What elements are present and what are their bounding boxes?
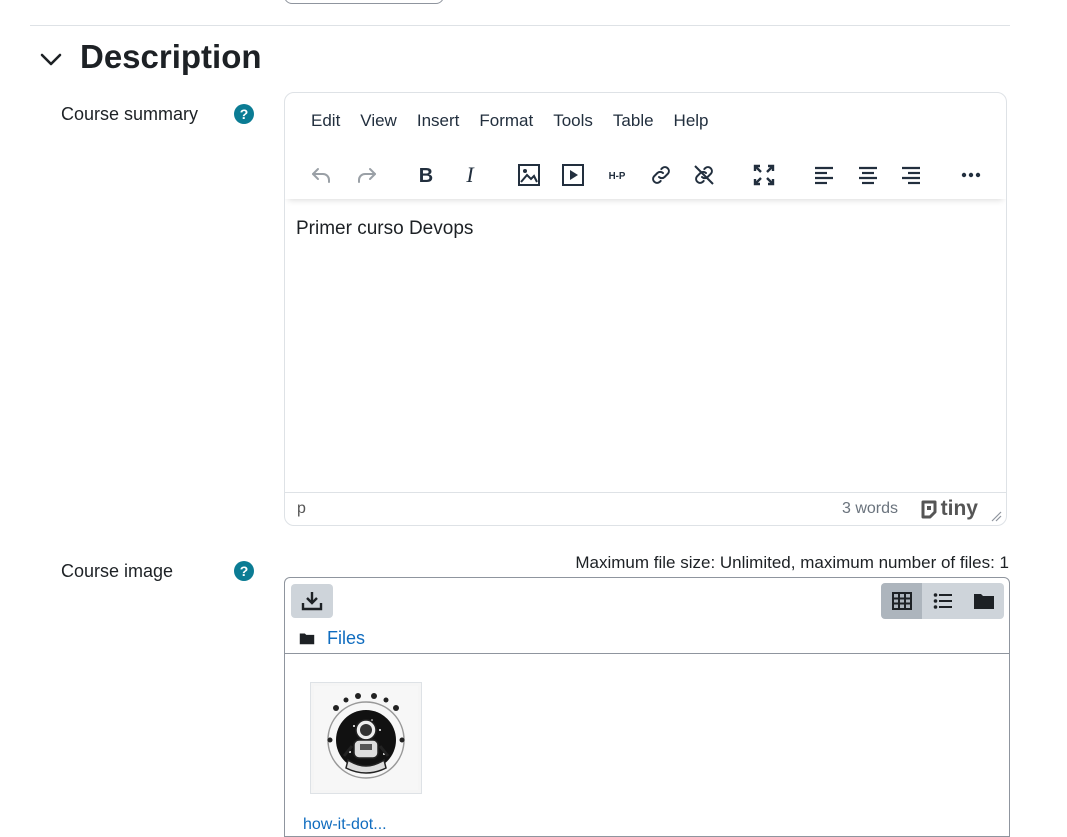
view-list-button[interactable]: [922, 583, 963, 619]
align-center-icon: [859, 166, 877, 185]
breadcrumb: Files: [299, 628, 365, 649]
bold-icon: B: [419, 165, 433, 187]
menu-edit[interactable]: Edit: [301, 111, 350, 131]
align-right-icon: [902, 166, 920, 185]
menu-view[interactable]: View: [350, 111, 407, 131]
editor-toolbar: B I H-P: [285, 149, 1006, 199]
folder-icon: [973, 594, 994, 609]
view-tree-button[interactable]: [963, 583, 1004, 619]
course-image-label: Course image: [61, 561, 174, 581]
align-left-button[interactable]: [808, 159, 840, 191]
undo-button[interactable]: [305, 159, 337, 191]
media-icon: [562, 164, 584, 186]
italic-icon: I: [465, 163, 475, 187]
menu-format[interactable]: Format: [469, 111, 543, 131]
resize-handle-icon[interactable]: [990, 510, 1002, 522]
course-summary-editor: Edit View Insert Format Tools Table Help…: [284, 92, 1007, 526]
fullscreen-button[interactable]: [748, 159, 780, 191]
tiny-logo[interactable]: tiny: [919, 497, 978, 521]
link-icon: [652, 166, 670, 184]
section-title: Description: [80, 38, 262, 75]
download-all-button[interactable]: [291, 584, 333, 618]
section-divider: [30, 25, 1010, 26]
tiny-logo-icon: [921, 500, 937, 519]
file-thumbnail[interactable]: [310, 682, 422, 794]
fullscreen-icon: [753, 164, 775, 186]
h5p-icon: H-P: [609, 171, 626, 182]
menu-help[interactable]: Help: [664, 111, 719, 131]
element-path[interactable]: p: [297, 500, 306, 518]
image-button[interactable]: [513, 159, 545, 191]
h5p-button[interactable]: H-P: [601, 159, 633, 191]
align-right-button[interactable]: [895, 159, 927, 191]
view-switcher: [881, 583, 1004, 619]
undo-icon: [312, 168, 330, 183]
svg-text:B: B: [419, 165, 433, 187]
editor-content[interactable]: Primer curso Devops: [296, 218, 473, 240]
course-summary-label: Course summary: [61, 104, 199, 124]
unlink-icon: [694, 165, 714, 185]
editor-menubar: Edit View Insert Format Tools Table Help: [301, 111, 719, 131]
chevron-down-icon: [40, 53, 62, 66]
italic-button[interactable]: I: [454, 159, 486, 191]
menu-insert[interactable]: Insert: [407, 111, 470, 131]
menu-table[interactable]: Table: [603, 111, 664, 131]
previous-field-fragment: [284, 0, 444, 4]
view-icons-button[interactable]: [881, 583, 922, 619]
filepicker: Files how-it-dot...: [284, 577, 1010, 837]
svg-text:I: I: [465, 163, 475, 187]
align-left-icon: [815, 166, 833, 185]
svg-text:H-P: H-P: [609, 171, 626, 182]
breadcrumb-files-link[interactable]: Files: [327, 628, 365, 649]
course-image-help-icon[interactable]: ?: [234, 561, 254, 581]
word-count[interactable]: 3 words: [842, 500, 898, 518]
redo-button[interactable]: [351, 159, 383, 191]
unlink-button[interactable]: [688, 159, 720, 191]
menu-tools[interactable]: Tools: [543, 111, 603, 131]
media-button[interactable]: [557, 159, 589, 191]
image-icon: [518, 164, 540, 186]
course-summary-help-icon[interactable]: ?: [234, 104, 254, 124]
bold-button[interactable]: B: [410, 159, 442, 191]
tiny-logo-text: tiny: [940, 497, 978, 520]
grid-icon: [891, 592, 912, 610]
filepicker-header: Files: [285, 578, 1009, 654]
collapse-section-toggle[interactable]: [36, 44, 66, 76]
redo-icon: [358, 168, 376, 183]
file-name[interactable]: how-it-dot...: [303, 816, 387, 834]
align-center-button[interactable]: [852, 159, 884, 191]
list-icon: [933, 593, 952, 609]
folder-icon: [299, 633, 315, 645]
max-file-info: Maximum file size: Unlimited, maximum nu…: [575, 553, 1009, 572]
editor-statusbar: p 3 words tiny: [285, 492, 1006, 525]
download-icon: [301, 592, 323, 611]
more-icon: [961, 172, 981, 178]
more-button[interactable]: [955, 159, 987, 191]
astronaut-image: [314, 686, 418, 790]
link-button[interactable]: [645, 159, 677, 191]
